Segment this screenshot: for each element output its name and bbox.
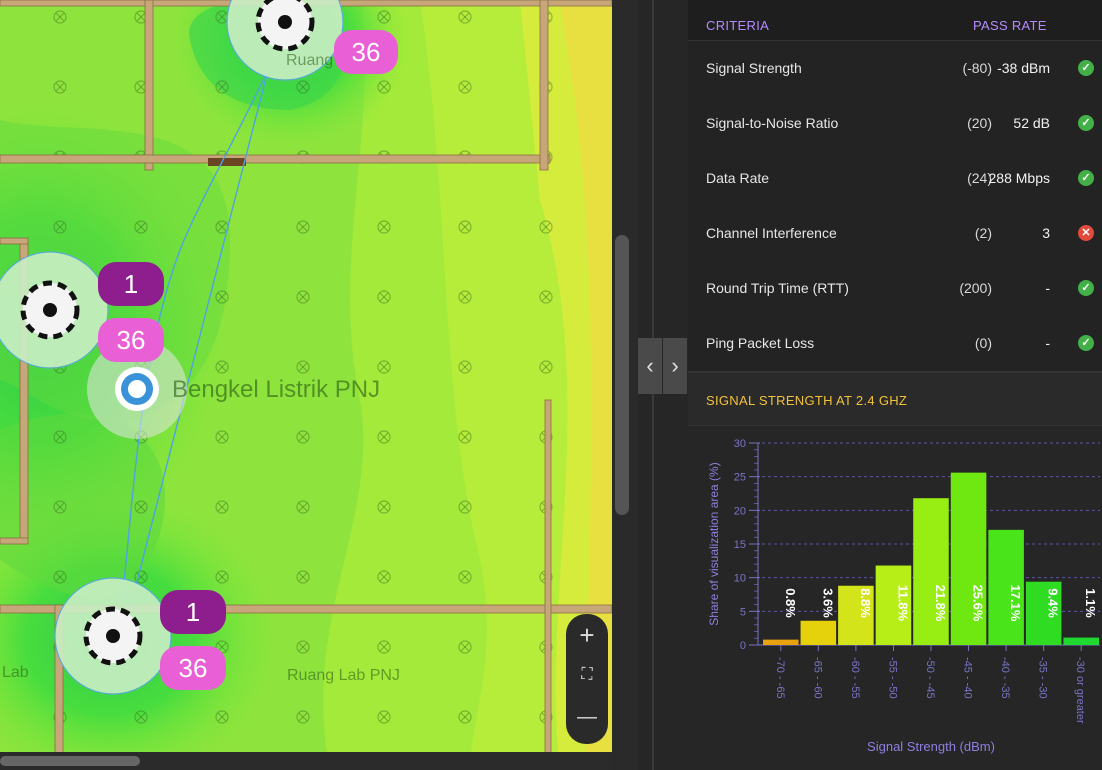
criteria-threshold: (-80) (962, 60, 992, 76)
bar-data-label: 9.4% (1046, 588, 1061, 618)
criteria-threshold: (2) (974, 225, 992, 241)
bar-data-label: 8.8% (858, 588, 873, 618)
pass-check-icon: ✓ (1078, 60, 1094, 76)
y-tick-label: 0 (740, 640, 746, 652)
y-tick-label: 20 (734, 505, 746, 517)
pass-rate-column-label: PASS RATE (973, 18, 1047, 33)
bar-data-label: 11.8% (895, 585, 910, 622)
histogram-bar (1063, 637, 1099, 645)
criteria-row-round-trip-time-rtt[interactable]: Round Trip Time (RTT) (200) - ✓ (688, 261, 1102, 317)
ap-left-channel-36[interactable]: 36 (98, 318, 164, 362)
criteria-label: Round Trip Time (RTT) (706, 280, 849, 296)
histogram-bar (800, 620, 837, 645)
zoom-out-button[interactable]: — (566, 706, 608, 729)
criteria-threshold: (200) (959, 280, 992, 296)
criteria-row-signal-to-noise-ratio[interactable]: Signal-to-Noise Ratio (20) 52 dB ✓ (688, 96, 1102, 152)
signal-strength-section-header: SIGNAL STRENGTH AT 2.4 GHZ (688, 372, 1102, 426)
x-tick-label: -55 - -50 (886, 657, 898, 699)
criteria-row-channel-interference[interactable]: Channel Interference (2) 3 ✕ (688, 206, 1102, 262)
zoom-controls: + ⛶ — (566, 614, 608, 744)
criteria-label: Signal-to-Noise Ratio (706, 115, 839, 131)
criteria-value: -38 dBm (997, 60, 1050, 76)
x-tick-label: -60 - -55 (849, 657, 861, 699)
y-axis-label: Share of visualization area (%) (707, 462, 721, 625)
criteria-row-signal-strength[interactable]: Signal Strength (-80) -38 dBm ✓ (688, 41, 1102, 97)
bar-data-label: 3.6% (820, 588, 835, 618)
histogram-bar (763, 639, 799, 645)
x-tick-label: -65 - -60 (811, 657, 823, 699)
criteria-label: Signal Strength (706, 60, 802, 76)
criteria-value: - (1045, 335, 1050, 351)
map-vertical-scrollbar[interactable] (612, 0, 638, 770)
x-axis-label: Signal Strength (dBm) (867, 739, 995, 754)
bar-data-label: 1.1% (1083, 588, 1098, 618)
y-tick-label: 25 (734, 472, 746, 484)
criteria-value: 288 Mbps (988, 170, 1050, 186)
criteria-panel: CRITERIA PASS RATE Signal Strength (-80) -… (688, 0, 1102, 770)
x-tick-label: -35 - -30 (1037, 657, 1049, 699)
criteria-threshold: (0) (974, 335, 992, 351)
map-horizontal-scrollbar[interactable] (0, 752, 612, 770)
criteria-header: CRITERIA PASS RATE (688, 0, 1102, 41)
room-label-bengkel: Bengkel Listrik PNJ (172, 376, 381, 403)
criteria-label: Ping Packet Loss (706, 335, 815, 351)
bar-data-label: 21.8% (933, 585, 948, 622)
bar-data-label: 0.8% (783, 588, 798, 618)
ap-left-channel-1[interactable]: 1 (98, 262, 164, 306)
zoom-in-button[interactable]: + (566, 620, 608, 651)
zoom-fit-button[interactable]: ⛶ (566, 666, 608, 684)
ap-bottom-channel-1[interactable]: 1 (160, 590, 226, 634)
x-tick-label: -45 - -40 (962, 657, 974, 699)
x-tick-label: -40 - -35 (999, 657, 1011, 699)
histogram-bar (913, 498, 949, 645)
pass-check-icon: ✓ (1078, 280, 1094, 296)
bar-data-label: 17.1% (1008, 585, 1023, 622)
criteria-label: Channel Interference (706, 225, 837, 241)
map-horizontal-scroll-thumb[interactable] (0, 756, 140, 766)
y-tick-label: 30 (734, 438, 746, 450)
criteria-row-data-rate[interactable]: Data Rate (24) 288 Mbps ✓ (688, 151, 1102, 207)
map-vertical-scroll-thumb[interactable] (615, 235, 629, 515)
heatmap-view[interactable]: Ruang Kelas Bengkel Listrik PNJ Lab Ruan… (0, 0, 612, 770)
criteria-row-ping-packet-loss[interactable]: Ping Packet Loss (0) - ✓ (688, 316, 1102, 372)
y-tick-label: 5 (740, 606, 746, 618)
x-tick-label: -50 - -45 (924, 657, 936, 699)
criteria-column-label: CRITERIA (706, 18, 770, 33)
x-tick-label: -70 - -65 (774, 657, 786, 699)
bar-data-label: 25.6% (971, 585, 986, 622)
room-label-ruang-lab: Ruang Lab PNJ (287, 667, 400, 684)
signal-strength-title: SIGNAL STRENGTH AT 2.4 GHZ (706, 393, 908, 408)
y-tick-label: 15 (734, 539, 746, 551)
criteria-threshold: (20) (967, 115, 992, 131)
expand-right-button[interactable]: › (663, 338, 687, 394)
criteria-value: 52 dB (1013, 115, 1050, 131)
y-tick-label: 10 (734, 573, 746, 585)
room-label-lab: Lab (2, 664, 29, 681)
pass-check-icon: ✓ (1078, 115, 1094, 131)
x-tick-label: -30 or greater (1074, 657, 1086, 724)
signal-strength-histogram: 0 5 10 15 20 25 30 Share of visualization area … (707, 438, 1100, 754)
criteria-label: Data Rate (706, 170, 770, 186)
criteria-value: - (1045, 280, 1050, 296)
criteria-value: 3 (1042, 225, 1050, 241)
ap-bottom-channel-36[interactable]: 36 (160, 646, 226, 690)
pass-check-icon: ✓ (1078, 335, 1094, 351)
fail-x-icon: ✕ (1078, 225, 1094, 241)
collapse-left-button[interactable]: ‹ (638, 338, 662, 394)
pass-check-icon: ✓ (1078, 170, 1094, 186)
ap-top-channel-36[interactable]: 36 (334, 30, 398, 74)
